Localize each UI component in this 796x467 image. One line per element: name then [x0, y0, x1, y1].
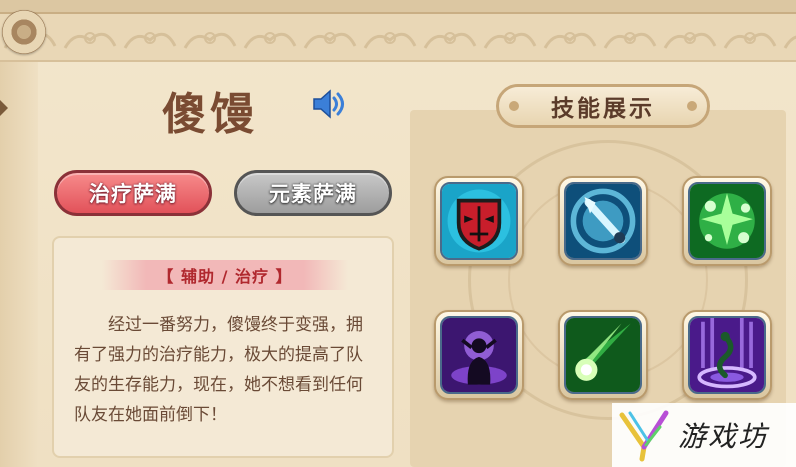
- speaker-icon[interactable]: [310, 88, 346, 120]
- top-border: [0, 0, 796, 62]
- compass-icon[interactable]: [2, 10, 46, 54]
- role-tab-element-shaman[interactable]: 元素萨满: [234, 170, 392, 216]
- skill-slot-4[interactable]: [434, 310, 524, 400]
- cloud-pattern: [0, 18, 796, 60]
- green-burst-icon: [690, 184, 764, 258]
- skill-slot-3[interactable]: [682, 176, 772, 266]
- brand-logo-icon: [619, 410, 669, 462]
- hero-detail-panel: 傻馒 治疗萨满 元素萨满 【 辅助 / 治疗 】 经过一番努力，傻馒终于变强，拥…: [0, 0, 796, 467]
- character-name: 傻馒: [162, 89, 258, 140]
- ice-staff-icon: [566, 184, 640, 258]
- watermark: 游戏坊: [612, 403, 796, 467]
- purple-serpent-icon: [690, 318, 764, 392]
- left-edge: [0, 62, 38, 467]
- description-text: 经过一番努力，傻馒终于变强，拥有了强力的治疗能力，极大的提高了队友的生存能力，现…: [74, 315, 363, 425]
- left-arrow-icon[interactable]: [0, 100, 8, 116]
- role-tab-heal-shaman[interactable]: 治疗萨满: [54, 170, 212, 216]
- watermark-text: 游戏坊: [678, 420, 769, 453]
- skill-slot-1[interactable]: [434, 176, 524, 266]
- skill-slot-5[interactable]: [558, 310, 648, 400]
- skill-slot-2[interactable]: [558, 176, 648, 266]
- skills-title: 技能展示: [496, 84, 710, 128]
- description-card: 【 辅助 / 治疗 】 经过一番努力，傻馒终于变强，拥有了强力的治疗能力，极大的…: [52, 236, 394, 458]
- red-mask-icon: [442, 184, 516, 258]
- skill-slot-6[interactable]: [682, 310, 772, 400]
- role-tag: 【 辅助 / 治疗 】: [102, 260, 348, 290]
- frame-line: [0, 0, 796, 14]
- dark-summon-icon: [442, 318, 516, 392]
- green-comet-icon: [566, 318, 640, 392]
